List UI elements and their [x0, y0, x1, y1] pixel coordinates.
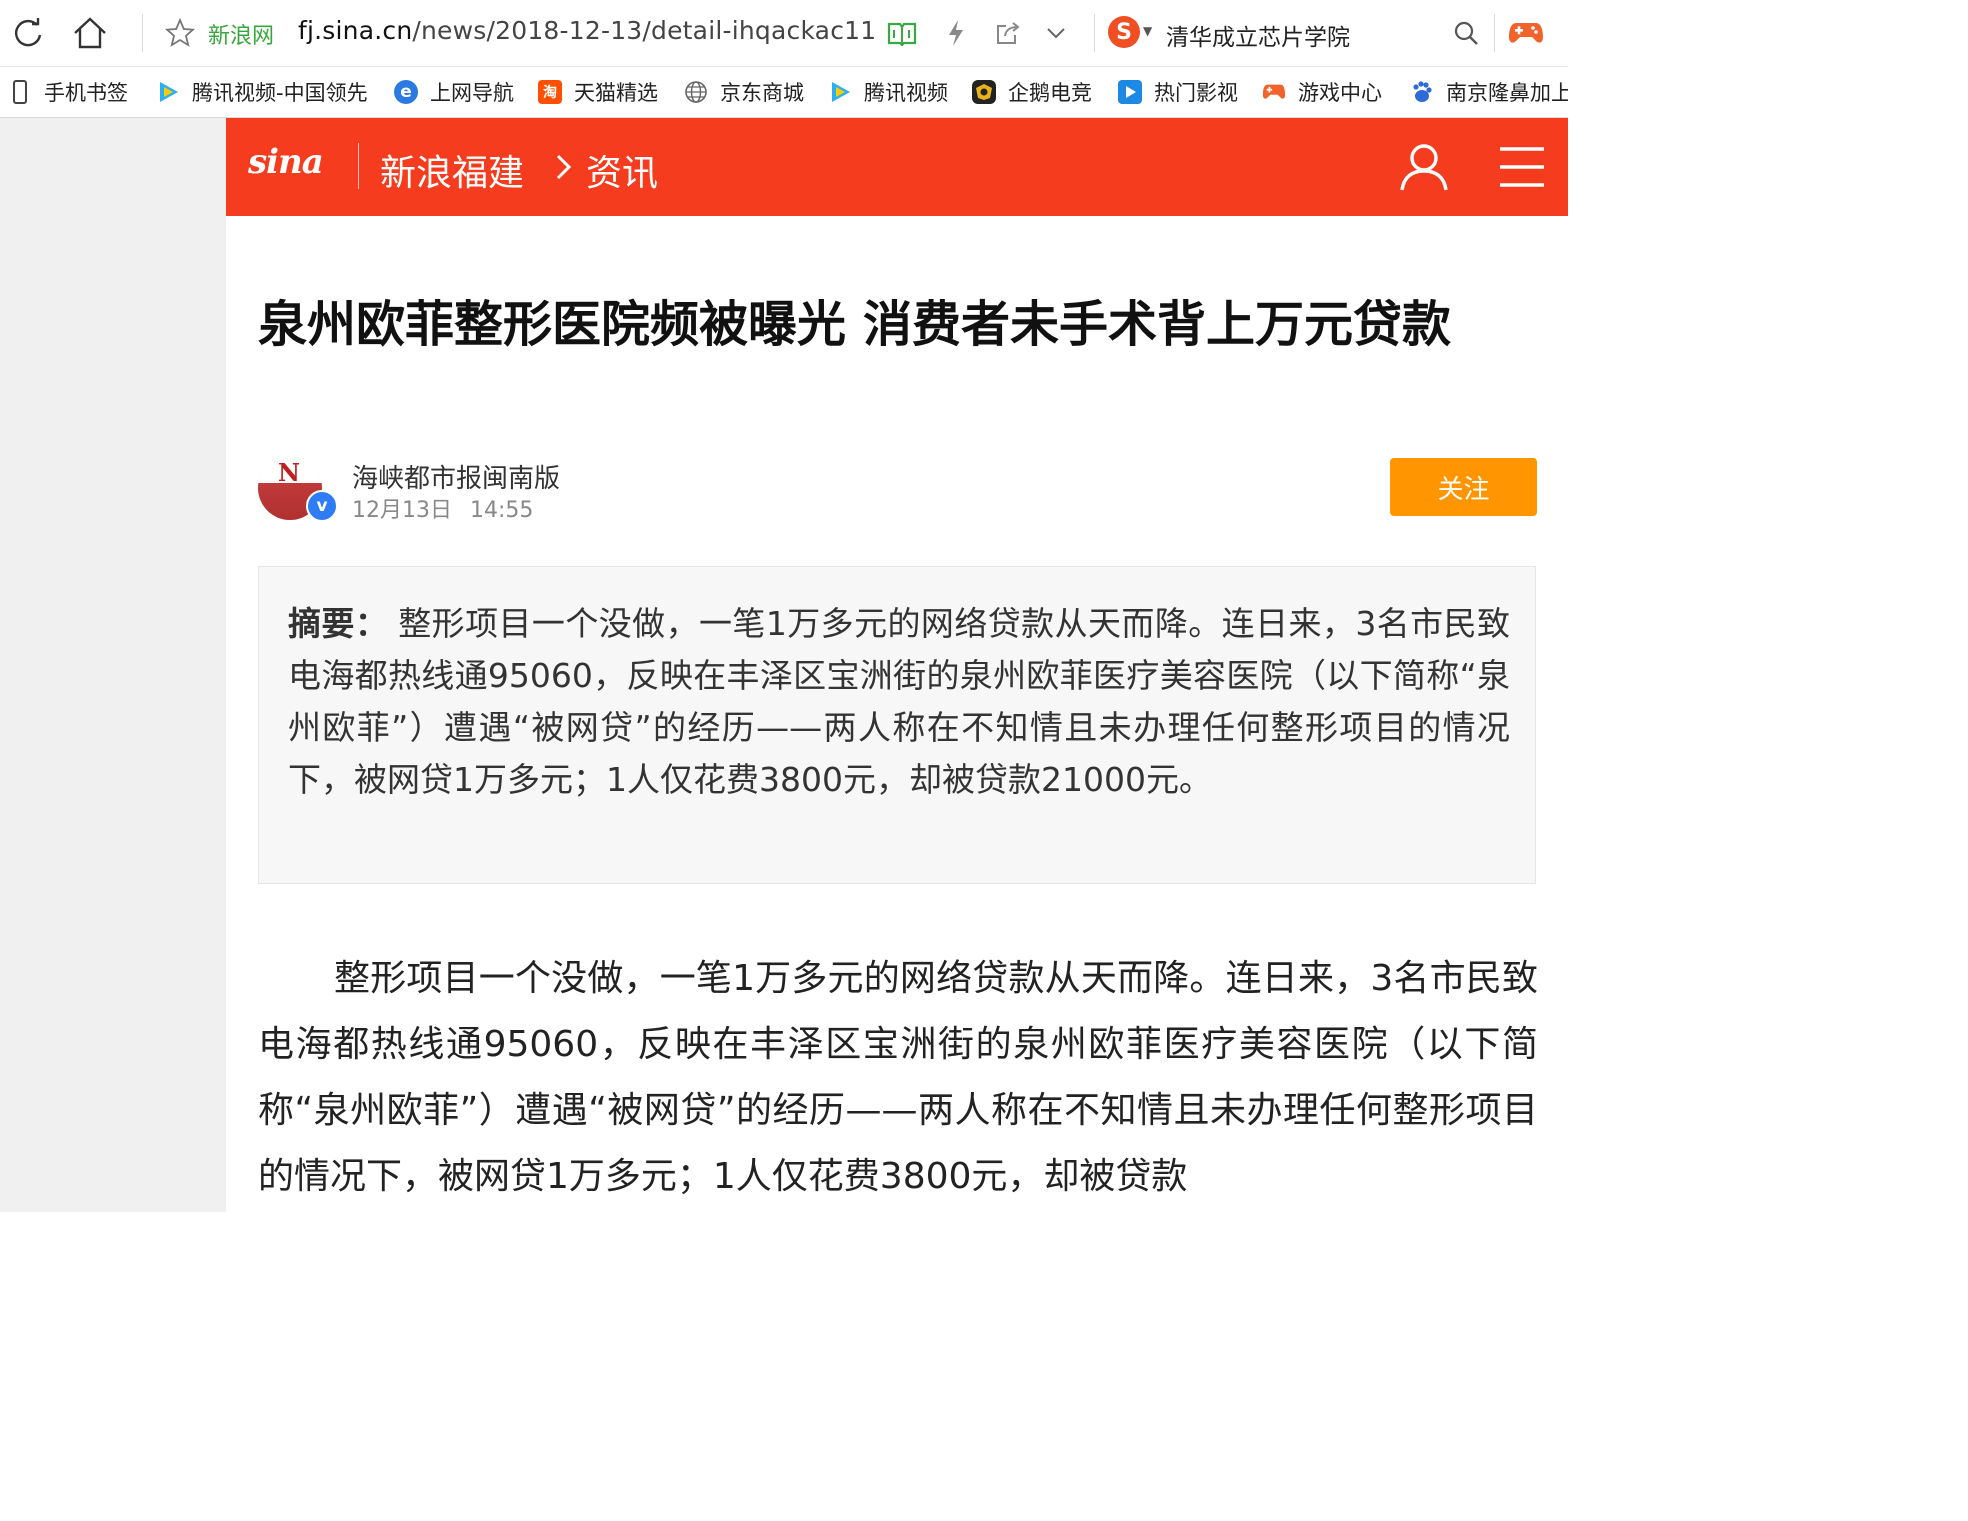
- search-input[interactable]: 清华成立芯片学院: [1166, 18, 1350, 52]
- toolbar-divider: [1094, 14, 1095, 52]
- user-icon[interactable]: [1398, 142, 1450, 196]
- summary-label: 摘要：: [288, 604, 389, 643]
- verified-badge-icon: v: [306, 490, 338, 522]
- page-gutter: [0, 118, 226, 1212]
- publish-clock: 14:55: [470, 498, 534, 523]
- baidu-icon: [1410, 80, 1434, 104]
- star-bookmark-icon[interactable]: [160, 13, 200, 53]
- bookmark-item[interactable]: 腾讯视频-中国领先: [156, 77, 368, 107]
- bookmark-label: 企鹅电竞: [1008, 81, 1092, 105]
- penguin-esports-icon: [972, 80, 996, 104]
- follow-button[interactable]: 关注: [1390, 458, 1537, 516]
- url-field[interactable]: fj.sina.cn/news/2018-12-13/detail-ihqack…: [298, 16, 876, 45]
- share-icon[interactable]: [988, 13, 1028, 53]
- browser-address-bar: 新浪网 fj.sina.cn/news/2018-12-13/detail-ih…: [0, 0, 1568, 67]
- tencent-video-icon: [156, 80, 180, 104]
- toolbar-divider: [142, 14, 143, 52]
- bookmark-item[interactable]: 企鹅电竞: [972, 77, 1092, 107]
- bookmark-label: 南京隆鼻加上: [1446, 81, 1568, 105]
- article-body-paragraph: 整形项目一个没做，一笔1万多元的网络贷款从天而降。连日来，3名市民致电海都热线通…: [258, 958, 1538, 1197]
- sogou-search-icon[interactable]: S: [1108, 16, 1140, 48]
- bookmark-label: 腾讯视频-中国领先: [192, 81, 368, 105]
- channel-name[interactable]: 新浪福建: [380, 144, 524, 196]
- bookmark-item[interactable]: 京东商城: [684, 77, 804, 107]
- chevron-right-icon: [554, 150, 574, 188]
- article-headline: 泉州欧菲整形医院频被曝光 消费者未手术背上万元贷款: [258, 296, 1452, 353]
- bookmark-label: 腾讯视频: [864, 81, 948, 105]
- play-icon: [1118, 80, 1142, 104]
- publish-date: 12月13日: [352, 498, 452, 523]
- home-icon[interactable]: [70, 13, 110, 53]
- summary-text: 整形项目一个没做，一笔1万多元的网络贷款从天而降。连日来，3名市民致电海都热线通…: [288, 604, 1510, 799]
- bookmark-item[interactable]: 游戏中心: [1262, 77, 1382, 107]
- bookmark-item[interactable]: 热门影视: [1118, 77, 1238, 107]
- bookmark-label: 上网导航: [430, 81, 514, 105]
- sina-logo[interactable]: sina: [248, 142, 324, 192]
- header-divider: [358, 143, 359, 189]
- gamepad-icon[interactable]: [1506, 13, 1546, 53]
- refresh-icon[interactable]: [8, 13, 48, 53]
- bookmark-item[interactable]: e 上网导航: [394, 77, 514, 107]
- author-avatar[interactable]: N v: [258, 456, 338, 522]
- site-tag: 新浪网: [208, 24, 275, 49]
- bookmark-item[interactable]: 淘 天猫精选: [538, 77, 658, 107]
- chevron-down-icon[interactable]: [1036, 13, 1076, 53]
- bookmark-item[interactable]: 手机书签: [8, 77, 128, 107]
- phone-icon: [8, 80, 32, 104]
- bookmark-label: 热门影视: [1154, 81, 1238, 105]
- bookmark-label: 手机书签: [44, 81, 128, 105]
- reader-mode-icon[interactable]: [882, 13, 922, 53]
- ie-icon: e: [394, 80, 418, 104]
- search-engine-caret-icon[interactable]: ▼: [1143, 24, 1152, 38]
- bookmark-label: 京东商城: [720, 81, 804, 105]
- toolbar-divider: [1494, 14, 1495, 52]
- bookmark-item[interactable]: 腾讯视频: [828, 77, 948, 107]
- publish-time: 12月13日 14:55: [352, 492, 533, 524]
- menu-icon[interactable]: [1500, 146, 1544, 192]
- bookmark-label: 天猫精选: [574, 81, 658, 105]
- url-path: /news/2018-12-13/detail-ihqackac11: [412, 16, 877, 45]
- newspaper-logo-icon: N: [278, 458, 300, 487]
- bookmark-item[interactable]: 南京隆鼻加上: [1410, 77, 1568, 107]
- taobao-icon: 淘: [538, 80, 562, 104]
- author-name[interactable]: 海峡都市报闽南版: [352, 458, 560, 495]
- summary: 摘要： 整形项目一个没做，一笔1万多元的网络贷款从天而降。连日来，3名市民致电海都…: [288, 598, 1510, 806]
- tencent-video-icon: [828, 80, 852, 104]
- url-host: fj.sina.cn: [298, 16, 413, 45]
- bookmarks-bar: 手机书签 腾讯视频-中国领先 e 上网导航 淘 天猫精选 京东商城 腾讯视频 企…: [0, 67, 1568, 118]
- section-name[interactable]: 资讯: [586, 144, 658, 196]
- bookmark-label: 游戏中心: [1298, 81, 1382, 105]
- search-icon[interactable]: [1446, 13, 1486, 53]
- globe-icon: [684, 80, 708, 104]
- gamepad-icon: [1262, 80, 1286, 104]
- lightning-icon[interactable]: [936, 13, 976, 53]
